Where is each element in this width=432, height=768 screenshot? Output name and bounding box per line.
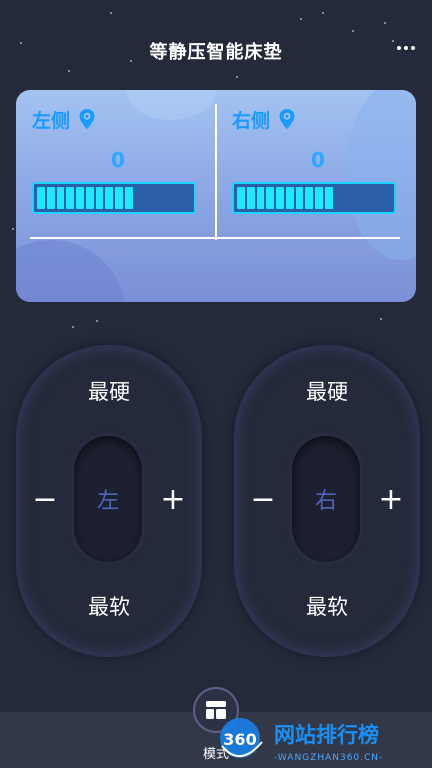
bar-segment <box>124 187 133 209</box>
bar-segment <box>46 187 55 209</box>
watermark-sub: -WANGZHAN360.CN- <box>274 753 383 763</box>
bar-segment <box>256 187 265 209</box>
left-minus-button[interactable]: − <box>30 481 60 517</box>
bar-segment <box>56 187 65 209</box>
header: 等静压智能床垫 <box>0 28 432 72</box>
bar-segment <box>95 187 104 209</box>
right-minus-button[interactable]: − <box>248 481 278 517</box>
bar-segment <box>335 187 343 209</box>
bar-segment <box>174 187 182 209</box>
bar-segment <box>364 187 372 209</box>
right-plus-button[interactable]: + <box>376 481 406 517</box>
right-hardest-label: 最硬 <box>306 380 348 404</box>
bar-segment <box>37 187 45 209</box>
right-softest-label: 最软 <box>306 595 348 619</box>
bar-segment <box>154 187 162 209</box>
bar-segment <box>374 187 382 209</box>
left-plus-button[interactable]: + <box>158 481 188 517</box>
bar-segment <box>135 187 143 209</box>
bar-segment <box>144 187 152 209</box>
bar-segment <box>383 187 391 209</box>
horizontal-divider <box>30 237 400 239</box>
bar-segment <box>115 187 123 209</box>
bar-segment <box>344 187 352 209</box>
left-firmness-control: 最硬 − 左 + 最软 <box>16 345 202 657</box>
more-dots-icon[interactable] <box>394 36 418 60</box>
bar-segment <box>324 187 333 209</box>
location-pin-icon <box>279 109 295 129</box>
watermark-badge: 360 <box>223 730 256 749</box>
right-knob-label: 右 <box>314 489 337 514</box>
bar-segment <box>285 187 294 209</box>
right-side-label: 右侧 <box>232 109 271 132</box>
right-pressure-bar <box>232 182 396 214</box>
status-panel: 左侧 0 右侧 0 <box>16 90 416 302</box>
bar-segment <box>164 187 172 209</box>
bar-segment <box>315 187 323 209</box>
bar-segment <box>295 187 304 209</box>
bar-segment <box>85 187 94 209</box>
vertical-divider <box>215 104 217 240</box>
bar-segment <box>66 187 74 209</box>
right-side-status: 右侧 0 <box>232 106 404 214</box>
left-pressure-value: 0 <box>111 148 125 172</box>
bar-segment <box>237 187 245 209</box>
location-pin-icon <box>79 109 95 129</box>
left-side-status: 左侧 0 <box>32 106 204 214</box>
bar-segment <box>354 187 362 209</box>
left-pressure-bar <box>32 182 196 214</box>
left-knob-label: 左 <box>96 489 119 514</box>
bar-segment <box>183 187 191 209</box>
bar-segment <box>76 187 84 209</box>
left-knob[interactable]: 左 <box>74 436 142 562</box>
right-knob[interactable]: 右 <box>292 436 360 562</box>
watermark-text: 网站排行榜 <box>274 723 379 747</box>
bar-segment <box>266 187 274 209</box>
page-title: 等静压智能床垫 <box>149 42 283 63</box>
bar-segment <box>276 187 284 209</box>
site-watermark: 360 网站排行榜 -WANGZHAN360.CN- <box>220 718 383 763</box>
right-pressure-value: 0 <box>311 148 325 172</box>
bar-segment <box>305 187 313 209</box>
right-firmness-control: 最硬 − 右 + 最软 <box>234 345 420 657</box>
left-softest-label: 最软 <box>88 595 130 619</box>
left-hardest-label: 最硬 <box>88 380 130 404</box>
bar-segment <box>246 187 255 209</box>
bar-segment <box>105 187 113 209</box>
left-side-label: 左侧 <box>32 109 71 132</box>
